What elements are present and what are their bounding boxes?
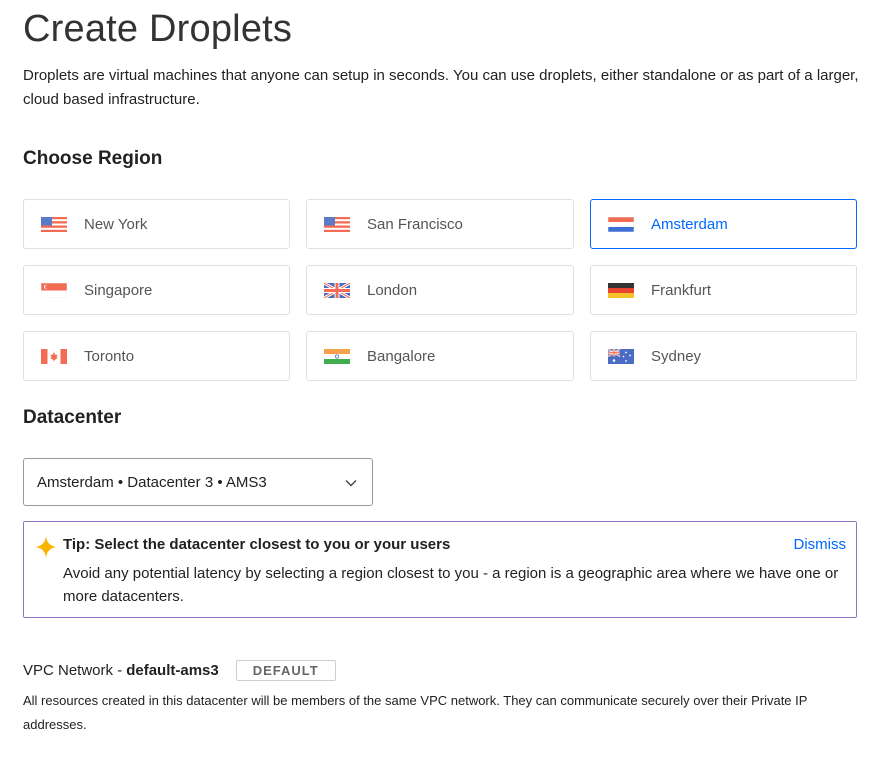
region-option-london[interactable]: London xyxy=(306,265,574,315)
germany-flag-icon xyxy=(608,282,634,298)
region-label: Singapore xyxy=(84,281,153,299)
dismiss-link[interactable]: Dismiss xyxy=(794,536,847,553)
region-option-toronto[interactable]: Toronto xyxy=(23,331,290,381)
region-label: Sydney xyxy=(651,347,702,365)
region-option-sydney[interactable]: Sydney xyxy=(590,331,857,381)
canada-flag-icon xyxy=(41,348,67,364)
chevron-down-icon xyxy=(345,480,357,487)
us-flag-icon xyxy=(41,216,67,232)
region-option-bangalore[interactable]: Bangalore xyxy=(306,331,574,381)
tip-body: Avoid any potential latency by selecting… xyxy=(63,565,839,605)
singapore-flag-icon xyxy=(41,282,67,298)
region-option-singapore[interactable]: Singapore xyxy=(23,265,290,315)
us-flag-icon xyxy=(324,216,350,232)
vpc-description: All resources created in this datacenter… xyxy=(23,693,808,732)
vpc-network-label: VPC Network - xyxy=(23,662,123,679)
india-flag-icon xyxy=(324,348,350,364)
region-option-san-francisco[interactable]: San Francisco xyxy=(306,199,574,249)
tip-banner: Tip: Select the datacenter closest to yo… xyxy=(23,521,857,618)
australia-flag-icon xyxy=(608,348,634,364)
datacenter-select[interactable]: Amsterdam • Datacenter 3 • AMS3 xyxy=(23,458,373,506)
vpc-network-row: VPC Network - default-ams3 DEFAULT xyxy=(23,660,336,681)
tip-title: Tip: Select the datacenter closest to yo… xyxy=(63,536,451,553)
page-intro: Droplets are virtual machines that anyon… xyxy=(23,67,859,108)
region-option-frankfurt[interactable]: Frankfurt xyxy=(590,265,857,315)
netherlands-flag-icon xyxy=(608,216,634,232)
choose-region-heading: Choose Region xyxy=(23,148,163,169)
region-label: New York xyxy=(84,215,148,233)
datacenter-heading: Datacenter xyxy=(23,407,122,428)
region-option-amsterdam[interactable]: Amsterdam xyxy=(590,199,857,249)
page-title: Create Droplets xyxy=(23,8,293,50)
uk-flag-icon xyxy=(324,282,350,298)
region-label: Frankfurt xyxy=(651,281,712,299)
region-label: London xyxy=(367,281,418,299)
region-label: San Francisco xyxy=(367,215,463,233)
region-label: Toronto xyxy=(84,347,135,365)
region-grid: New York San Francisco Amsterdam Singapo… xyxy=(23,199,857,381)
sparkle-icon xyxy=(35,536,57,558)
region-label: Amsterdam xyxy=(651,215,728,233)
default-badge: DEFAULT xyxy=(235,660,336,681)
datacenter-select-value: Amsterdam • Datacenter 3 • AMS3 xyxy=(37,473,267,491)
vpc-network-name: default-ams3 xyxy=(126,662,219,679)
region-option-new-york[interactable]: New York xyxy=(23,199,290,249)
region-label: Bangalore xyxy=(367,347,436,365)
